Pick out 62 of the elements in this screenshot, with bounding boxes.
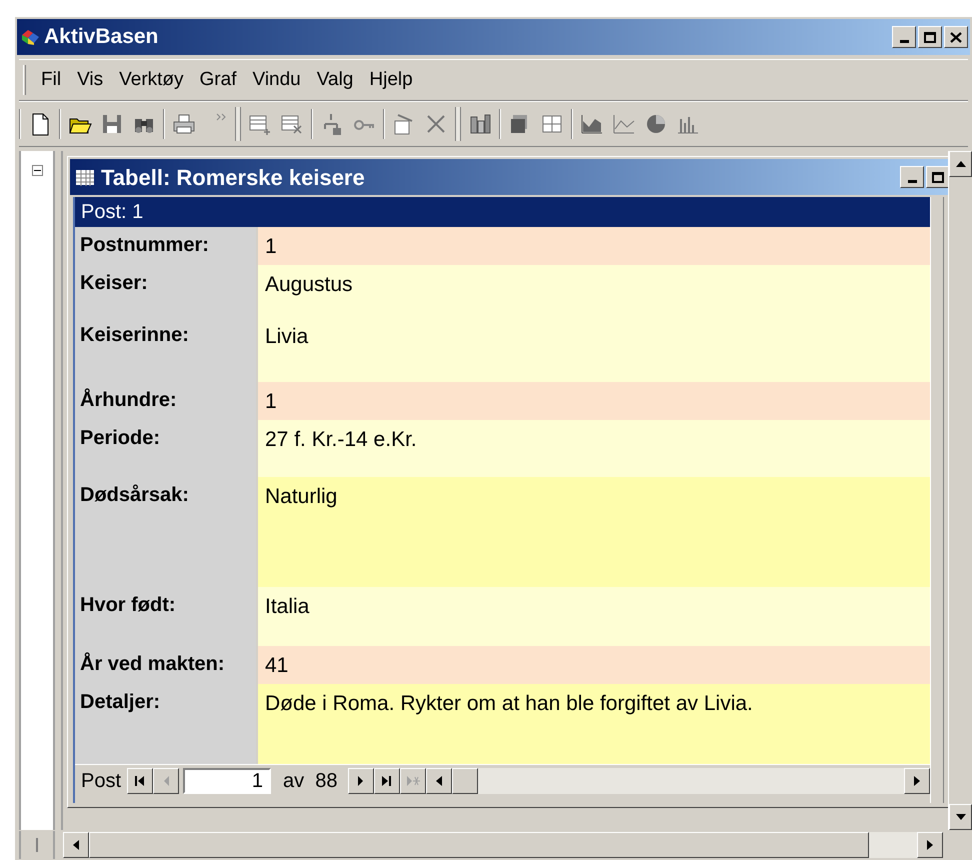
- child-window-title: Tabell: Romerske keisere: [101, 164, 365, 192]
- left-arrow-icon: [436, 776, 442, 786]
- field-value[interactable]: Naturlig: [258, 477, 930, 587]
- vertical-scrollbar[interactable]: [930, 197, 944, 803]
- menu-item[interactable]: Vis: [70, 66, 110, 94]
- up-arrow-icon: [956, 161, 966, 167]
- field-value[interactable]: Livia: [258, 317, 930, 382]
- field-value[interactable]: 1: [258, 382, 930, 420]
- toolbar-handle[interactable]: [455, 107, 461, 141]
- field-label: Keiser:: [80, 272, 148, 294]
- toolbar-handle[interactable]: [235, 107, 241, 141]
- field-label: År ved makten:: [80, 653, 224, 675]
- splitter-handle[interactable]: [19, 831, 55, 859]
- field-value[interactable]: Døde i Roma. Rykter om at han ble forgiftet av Livia.: [258, 684, 930, 764]
- field-label: Detaljer:: [80, 691, 160, 713]
- right-arrow-icon: [927, 840, 933, 850]
- menu-item[interactable]: Graf: [192, 66, 244, 94]
- close-icon: [950, 32, 962, 42]
- scrollbar-thumb[interactable]: [452, 768, 478, 794]
- next-record-button[interactable]: [348, 768, 374, 794]
- down-arrow-icon: [956, 814, 966, 820]
- field-value[interactable]: Augustus: [258, 265, 930, 317]
- field-value[interactable]: 41: [258, 646, 930, 684]
- close-button[interactable]: [944, 26, 968, 48]
- first-record-button[interactable]: [127, 768, 154, 794]
- maximize-button[interactable]: [926, 166, 948, 188]
- scroll-right-button[interactable]: [917, 832, 943, 858]
- right-arrow-icon: [914, 776, 920, 786]
- field-label: Århundre:: [80, 389, 177, 411]
- field-label: Dødsårsak:: [80, 484, 189, 506]
- field-label: Periode:: [80, 427, 160, 449]
- menu-item[interactable]: Fil: [34, 66, 68, 94]
- scroll-up-button[interactable]: [949, 151, 972, 177]
- field-label: Keiserinne:: [80, 324, 189, 346]
- field-value[interactable]: Italia: [258, 587, 930, 646]
- last-record-button[interactable]: [374, 768, 400, 794]
- field-label: Hvor født:: [80, 594, 176, 616]
- menu-item[interactable]: Valg: [310, 66, 360, 94]
- new-record-icon: [405, 774, 420, 788]
- minimize-button[interactable]: [900, 166, 924, 188]
- field-label: Postnummer:: [80, 234, 209, 256]
- menu-item[interactable]: Vindu: [245, 66, 308, 94]
- navigator-label: Post: [81, 768, 122, 794]
- app-logo-icon: [20, 27, 42, 47]
- record-count: av 88: [283, 768, 338, 794]
- record-number-field[interactable]: 1: [183, 768, 272, 794]
- collapse-icon[interactable]: [32, 165, 42, 176]
- record-header: Post: 1: [75, 197, 930, 227]
- horizontal-scrollbar[interactable]: [426, 768, 930, 794]
- menu-item[interactable]: Hjelp: [362, 66, 420, 94]
- maximize-button[interactable]: [918, 26, 942, 48]
- scroll-left-button[interactable]: [426, 768, 452, 794]
- scroll-right-button[interactable]: [904, 768, 930, 794]
- window-title: AktivBasen: [44, 24, 158, 50]
- left-arrow-icon: [73, 840, 79, 850]
- menu-item[interactable]: Verktøy: [112, 66, 191, 94]
- scroll-down-button[interactable]: [949, 804, 972, 830]
- minimize-button[interactable]: [892, 26, 916, 48]
- scroll-left-button[interactable]: [63, 832, 89, 858]
- table-icon: [75, 168, 95, 186]
- field-value[interactable]: 27 f. Kr.-14 e.Kr.: [258, 420, 930, 477]
- field-value[interactable]: 1: [258, 227, 930, 265]
